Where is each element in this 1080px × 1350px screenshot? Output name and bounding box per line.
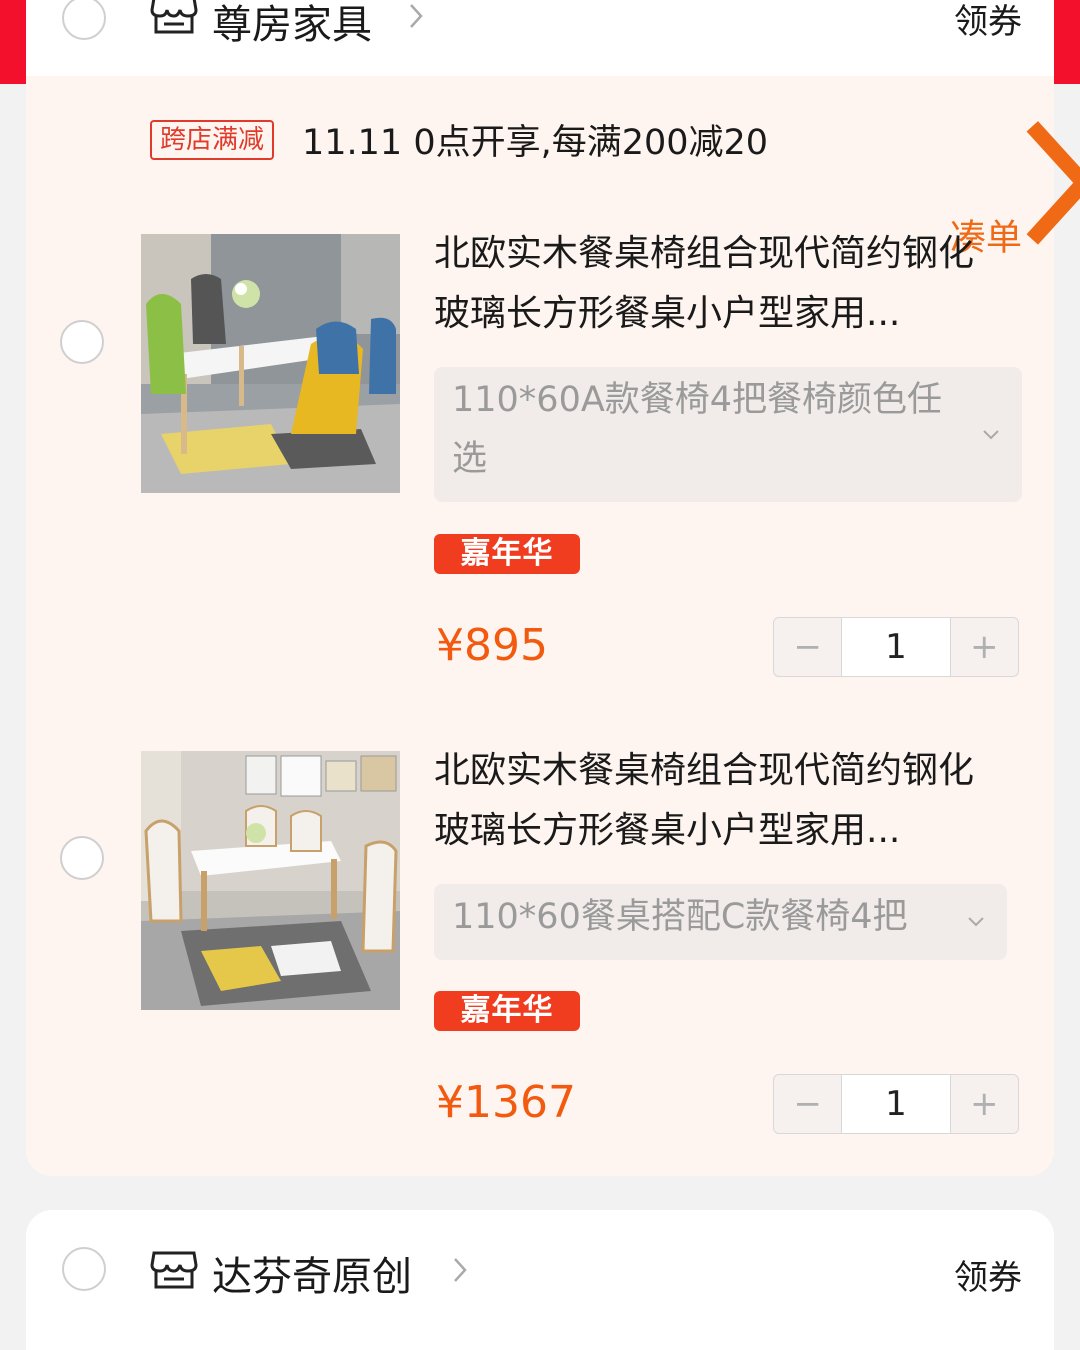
store-icon	[150, 0, 198, 34]
store-header: 尊房家具 领券	[26, 0, 1054, 76]
item-spec-text: 110*60餐桌搭配C款餐椅4把	[452, 897, 908, 937]
right-red-edge	[1054, 0, 1080, 84]
store-name[interactable]: 达芬奇原创	[212, 1244, 412, 1302]
item-spec-text: 110*60A款餐椅4把餐椅颜色任选	[452, 380, 943, 479]
coupon-button[interactable]: 领券	[954, 1250, 1022, 1299]
item-price: ¥1367	[436, 1077, 576, 1128]
quantity-input[interactable]: 1	[841, 1075, 951, 1133]
store-items: 跨店满减 11.11 0点开享,每满200减20 凑单 北欧实木餐桌椅组合现代简…	[26, 76, 1080, 1176]
increase-button[interactable]: +	[951, 1075, 1018, 1133]
item-select-radio[interactable]	[60, 836, 104, 880]
coupon-button[interactable]: 领券	[954, 0, 1022, 43]
promo-text: 11.11 0点开享,每满200减20	[302, 123, 769, 163]
cart-item: 北欧实木餐桌椅组合现代简约钢化玻璃长方形餐桌小户型家用... 110*60餐桌搭…	[26, 750, 1054, 1151]
item-spec-selector[interactable]: 110*60A款餐椅4把餐椅颜色任选	[434, 367, 1022, 502]
chevron-down-icon	[968, 917, 984, 927]
chevron-right-icon	[1026, 121, 1080, 245]
store-icon	[150, 1251, 198, 1289]
chevron-right-icon	[410, 4, 423, 28]
quantity-input[interactable]: 1	[841, 618, 951, 676]
item-price: ¥895	[436, 620, 548, 671]
increase-button[interactable]: +	[951, 618, 1018, 676]
promo-tag: 跨店满减	[150, 120, 275, 160]
quantity-stepper: − 1 +	[773, 617, 1019, 677]
store-name[interactable]: 尊房家具	[212, 0, 372, 50]
chevron-right-icon	[454, 1258, 467, 1282]
item-title[interactable]: 北欧实木餐桌椅组合现代简约钢化玻璃长方形餐桌小户型家用...	[434, 741, 1004, 861]
product-image[interactable]	[141, 234, 400, 493]
store-card: 达芬奇原创 领券	[26, 1210, 1054, 1350]
item-title[interactable]: 北欧实木餐桌椅组合现代简约钢化玻璃长方形餐桌小户型家用...	[434, 224, 1004, 344]
decrease-button[interactable]: −	[774, 1075, 841, 1133]
store-select-radio[interactable]	[62, 0, 106, 40]
product-image[interactable]	[141, 751, 400, 1010]
store-card: 尊房家具 领券 跨店满减 11.11 0点开享,每满200减20 凑单 北欧实木…	[26, 0, 1080, 1176]
item-select-radio[interactable]	[60, 320, 104, 364]
store-select-radio[interactable]	[62, 1247, 106, 1291]
promo-badge: 嘉年华	[434, 991, 580, 1031]
decrease-button[interactable]: −	[774, 618, 841, 676]
item-spec-selector[interactable]: 110*60餐桌搭配C款餐椅4把	[434, 884, 1007, 960]
promo-badge: 嘉年华	[434, 534, 580, 574]
cart-item: 北欧实木餐桌椅组合现代简约钢化玻璃长方形餐桌小户型家用... 110*60A款餐…	[26, 233, 1054, 694]
chevron-down-icon	[983, 429, 999, 439]
left-red-edge	[0, 0, 26, 84]
quantity-stepper: − 1 +	[773, 1074, 1019, 1134]
